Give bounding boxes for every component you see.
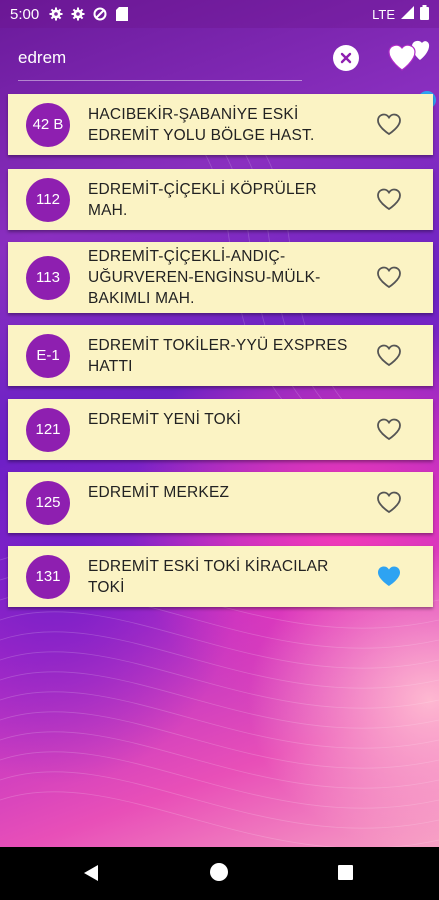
clear-search-button[interactable]: [333, 45, 359, 71]
status-time: 5:00: [10, 5, 40, 23]
heart-outline-icon[interactable]: [376, 491, 402, 515]
route-code-badge: 113: [26, 255, 70, 300]
settings-gear-icon: [49, 7, 63, 21]
settings-gear-icon-2: [71, 7, 85, 21]
route-name: EDREMİT MERKEZ: [88, 483, 230, 501]
sd-card-icon: [115, 7, 129, 21]
route-code-badge: 42 B: [26, 102, 70, 147]
search-underline: [18, 80, 302, 81]
status-bar: 5:00 LTE: [0, 0, 439, 28]
close-icon: [340, 52, 352, 64]
route-name: EDREMİT TOKİLER-YYÜ EXSPRES HATTI: [88, 336, 348, 375]
back-icon[interactable]: [84, 865, 100, 881]
heart-outline-icon[interactable]: [376, 113, 402, 137]
route-card[interactable]: 113 EDREMİT-ÇİÇEKLİ-ANDIÇ-UĞURVEREN-ENGİN…: [8, 242, 433, 313]
favorites-button[interactable]: [386, 38, 430, 78]
search-input[interactable]: [18, 44, 302, 72]
system-nav-bar: [0, 847, 439, 900]
heart-outline-icon[interactable]: [376, 188, 402, 212]
route-name: HACIBEKİR-ŞABANİYE ESKİ EDREMİT YOLU BÖL…: [88, 105, 315, 144]
heart-filled-icon[interactable]: [376, 565, 402, 589]
network-type: LTE: [372, 6, 395, 22]
route-card[interactable]: 42 B HACIBEKİR-ŞABANİYE ESKİ EDREMİT YOLU…: [8, 94, 433, 155]
route-code-badge: 131: [26, 554, 70, 599]
app-bar: 3: [0, 28, 439, 109]
route-code-badge: 112: [26, 177, 70, 222]
heart-outline-icon[interactable]: [376, 344, 402, 368]
home-icon[interactable]: [210, 863, 228, 881]
route-card[interactable]: 125 EDREMİT MERKEZ: [8, 472, 433, 533]
heart-outline-icon[interactable]: [376, 418, 402, 442]
double-heart-icon: [388, 40, 430, 71]
route-code-badge: 121: [26, 407, 70, 452]
route-name: EDREMİT-ÇİÇEKLİ-ANDIÇ-UĞURVEREN-ENGİNSU-…: [88, 248, 321, 307]
route-code-badge: E-1: [26, 333, 70, 378]
battery-icon: [420, 5, 429, 23]
route-name: EDREMİT-ÇİÇEKLİ KÖPRÜLER MAH.: [88, 180, 317, 219]
route-card[interactable]: E-1 EDREMİT TOKİLER-YYÜ EXSPRES HATTI: [8, 325, 433, 386]
route-card[interactable]: 121 EDREMİT YENİ TOKİ: [8, 399, 433, 460]
route-card[interactable]: 112 EDREMİT-ÇİÇEKLİ KÖPRÜLER MAH.: [8, 169, 433, 230]
route-name: EDREMİT YENİ TOKİ: [88, 410, 241, 428]
data-saver-icon: [93, 7, 107, 21]
route-card[interactable]: 131 EDREMİT ESKİ TOKİ KİRACILAR TOKİ: [8, 546, 433, 607]
signal-icon: [401, 6, 414, 22]
recents-icon[interactable]: [338, 865, 353, 880]
route-name: EDREMİT ESKİ TOKİ KİRACILAR TOKİ: [88, 557, 329, 596]
heart-outline-icon[interactable]: [376, 266, 402, 290]
route-code-badge: 125: [26, 480, 70, 525]
